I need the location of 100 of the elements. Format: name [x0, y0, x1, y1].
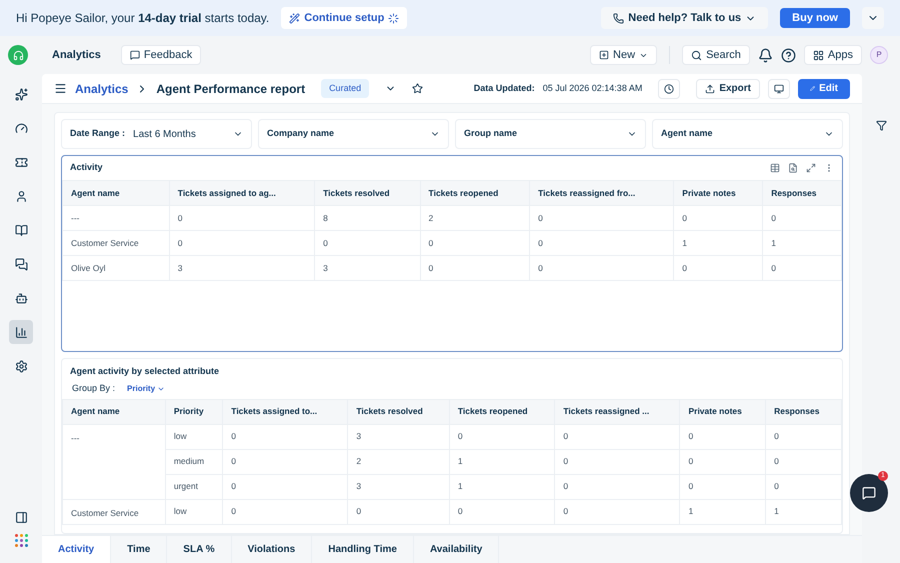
new-button[interactable]: New [590, 45, 658, 65]
filter-icon[interactable] [876, 120, 886, 131]
table-cell: 0 [680, 474, 766, 499]
column-header[interactable]: Tickets resolved [314, 180, 420, 206]
table-cell: low [165, 499, 223, 524]
table-cell: 0 [766, 424, 842, 449]
table-cell: 0 [554, 449, 680, 474]
table-cell: 0 [449, 499, 555, 524]
monitor-button[interactable] [768, 78, 790, 98]
table-cell: low [165, 424, 223, 449]
spinner-icon [388, 12, 400, 24]
table-cell: 0 [169, 230, 315, 256]
data-updated-label: Data Updated: [474, 82, 535, 95]
clock-button[interactable] [658, 78, 680, 98]
table-cell: Customer Service [62, 499, 166, 524]
column-header[interactable]: Tickets resolved [348, 399, 450, 424]
filter-dropdown[interactable]: Agent name [652, 119, 843, 149]
table-cell: 1 [680, 499, 766, 524]
table-cell: 1 [674, 230, 763, 256]
column-header[interactable]: Tickets reassigned fro... [530, 180, 674, 206]
table-cell: 0 [169, 206, 315, 230]
report-tab[interactable]: Activity [42, 536, 112, 563]
column-header[interactable]: Private notes [674, 180, 763, 206]
user-avatar[interactable]: P [870, 46, 888, 64]
column-header[interactable]: Private notes [680, 399, 766, 424]
table-cell: 0 [222, 424, 348, 449]
table-cell: 0 [348, 499, 450, 524]
column-header[interactable]: Priority [165, 399, 223, 424]
help-button[interactable]: Need help? Talk to us [601, 7, 768, 29]
column-header[interactable]: Tickets assigned to ag... [169, 180, 315, 206]
column-header[interactable]: Tickets reopened [420, 180, 530, 206]
table-cell: 0 [762, 256, 842, 280]
column-header[interactable]: Agent name [62, 399, 166, 424]
report-title: Agent Performance report [156, 80, 306, 98]
trial-message: Hi Popeye Sailor, your 14-day trial starts today. [16, 10, 270, 27]
app-grid-icon[interactable] [14, 534, 28, 547]
table-cell: 1 [766, 499, 842, 524]
export-button[interactable]: Export [696, 78, 760, 98]
table-cell: 3 [314, 256, 420, 280]
expand-icon[interactable] [806, 163, 816, 173]
table-cell: 0 [420, 230, 530, 256]
wand-icon [289, 12, 300, 24]
table-cell: 2 [420, 206, 530, 230]
filter-dropdown[interactable]: Company name [258, 119, 449, 149]
column-header[interactable]: Agent name [62, 180, 170, 206]
column-header[interactable]: Tickets reassigned ... [554, 399, 680, 424]
table-cell: 2 [348, 449, 450, 474]
group-by-label: Group By : [71, 382, 116, 395]
table-cell: Olive Oyl [62, 256, 170, 280]
table-cell: 0 [420, 256, 530, 280]
buy-now-button[interactable]: Buy now [780, 8, 850, 28]
filter-dropdown[interactable]: Group name [455, 119, 646, 149]
table-cell: medium [165, 449, 223, 474]
table-cell: 0 [530, 206, 674, 230]
column-header[interactable]: Responses [766, 399, 842, 424]
table-cell: 0 [530, 256, 674, 280]
filter-dropdown[interactable]: Date Range : Last 6 Months [61, 119, 252, 149]
file-search-icon[interactable] [788, 163, 798, 173]
column-header[interactable]: Responses [762, 180, 842, 206]
table-cell: 0 [674, 206, 763, 230]
table-cell: 0 [554, 499, 680, 524]
collapse-button[interactable] [862, 7, 884, 29]
search-button[interactable]: Search [682, 45, 750, 65]
curated-tag: Curated [321, 78, 370, 98]
edit-button[interactable]: Edit [798, 78, 850, 98]
monitor-icon [774, 84, 784, 94]
table-icon[interactable] [770, 163, 780, 173]
star-icon[interactable] [412, 83, 424, 94]
menu-icon[interactable] [54, 82, 67, 95]
comment-icon [130, 50, 140, 60]
column-header[interactable]: Tickets assigned to... [222, 399, 348, 424]
table-cell: 1 [762, 230, 842, 256]
table-cell: 0 [222, 474, 348, 499]
clock-icon [664, 84, 674, 94]
panel-icon[interactable] [14, 511, 28, 524]
table-cell: 0 [449, 424, 555, 449]
table-cell: --- [62, 424, 166, 499]
table-cell: 0 [530, 230, 674, 256]
pencil-icon [810, 84, 816, 93]
continue-setup-button[interactable]: Continue setup [281, 7, 408, 29]
grid-icon [812, 50, 824, 60]
help-icon[interactable] [780, 48, 796, 62]
group-by-dropdown[interactable]: Priority [127, 382, 166, 394]
search-icon [691, 50, 702, 60]
bell-icon[interactable] [758, 48, 773, 62]
table-cell: 0 [766, 474, 842, 499]
breadcrumb-link[interactable]: Analytics [75, 80, 128, 98]
column-header[interactable]: Tickets reopened [449, 399, 555, 424]
table-cell: 0 [766, 449, 842, 474]
feedback-button[interactable]: Feedback [120, 45, 202, 65]
logo-icon[interactable] [8, 45, 28, 65]
table-cell: 3 [169, 256, 315, 280]
table-cell: 3 [348, 474, 450, 499]
table-cell: 8 [314, 206, 420, 230]
table-cell: 1 [449, 474, 555, 499]
table-cell: 1 [449, 449, 555, 474]
table-cell: 0 [554, 424, 680, 449]
bar-chart-icon[interactable] [9, 320, 33, 344]
apps-button[interactable]: Apps [804, 45, 862, 65]
table-cell: 3 [348, 424, 450, 449]
